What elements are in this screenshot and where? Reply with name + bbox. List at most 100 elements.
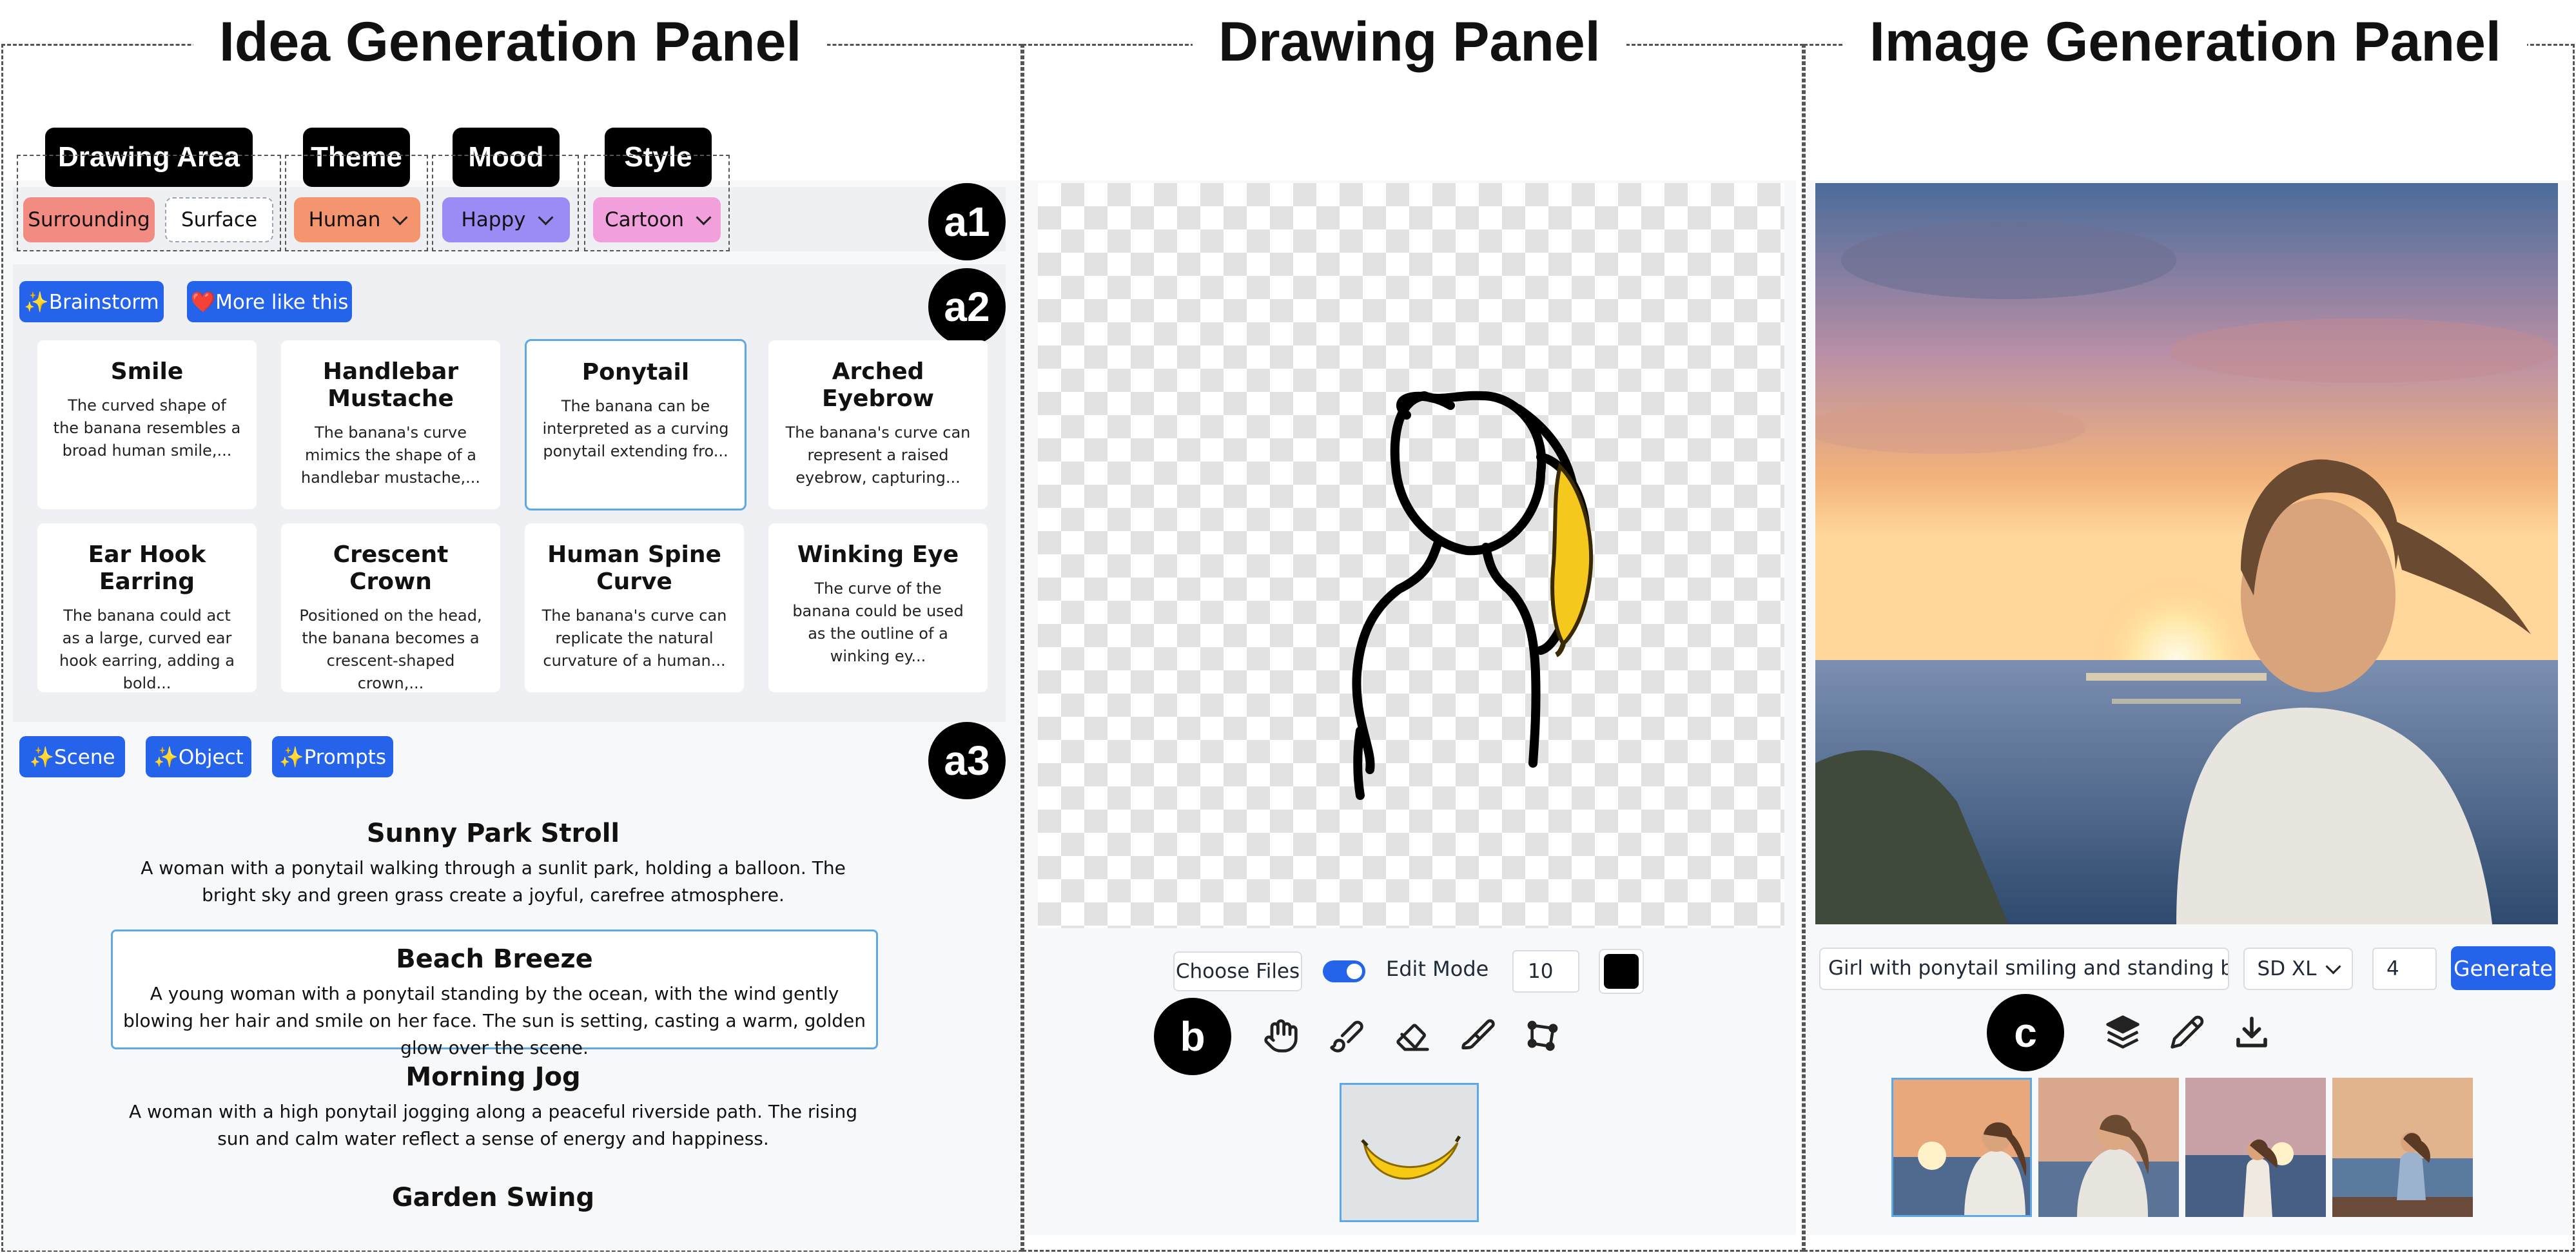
thumbnail-image — [2332, 1078, 2473, 1217]
color-picker[interactable] — [1599, 949, 1644, 994]
more-like-this-button[interactable]: ❤️More like this — [187, 281, 352, 322]
choose-files-button[interactable]: Choose Files — [1173, 951, 1302, 991]
scene-title: Sunny Park Stroll — [366, 819, 620, 848]
scene-item[interactable]: Sunny Park Stroll A woman with a ponytai… — [116, 819, 870, 909]
idea-card-title: Ponytail — [581, 359, 690, 385]
style-select[interactable]: Cartoon — [593, 197, 721, 242]
layers-button[interactable] — [2100, 1009, 2145, 1055]
idea-card-title: Crescent Crown — [333, 541, 449, 595]
drawing-canvas[interactable] — [1038, 183, 1784, 928]
idea-card-desc: The banana's curve mimics the shape of a… — [300, 423, 481, 487]
scene-item[interactable]: Morning Jog A woman with a high ponytail… — [116, 1062, 870, 1153]
brush-size-value: 10 — [1528, 960, 1554, 983]
idea-card-desc: The banana's curve can replicate the nat… — [542, 607, 727, 670]
model-select[interactable]: SD XL — [2243, 948, 2353, 990]
pencil-icon — [2171, 1015, 2204, 1049]
scene-item-selected[interactable]: Beach Breeze A young woman with a ponyta… — [111, 929, 878, 1058]
toggle-knob — [1347, 964, 1362, 979]
choose-files-label: Choose Files — [1175, 960, 1300, 983]
badge-a2: a2 — [928, 268, 1006, 345]
brush-tool[interactable] — [1324, 1013, 1369, 1058]
scene-item[interactable]: Garden Swing — [116, 1183, 870, 1219]
download-button[interactable] — [2229, 1009, 2274, 1055]
idea-card-desc: The banana could act as a large, curved … — [59, 607, 235, 692]
chevron-down-icon — [537, 209, 554, 226]
idea-card-title: Arched Eyebrow — [822, 358, 934, 412]
hand-tool[interactable] — [1258, 1013, 1303, 1058]
model-value: SD XL — [2257, 957, 2317, 980]
badge-c: c — [1987, 994, 2064, 1071]
sketch-drawing — [1352, 391, 1594, 800]
scene-desc: A woman with a high ponytail jogging alo… — [128, 1101, 858, 1149]
idea-card[interactable]: Ear Hook Earring The banana could act as… — [37, 523, 257, 692]
mood-select[interactable]: Happy — [442, 197, 570, 242]
edit-mode-label: Edit Mode — [1386, 957, 1489, 981]
prompt-input[interactable]: Girl with ponytail smiling and standing … — [1819, 948, 2229, 990]
style-value: Cartoon — [604, 208, 685, 231]
thumbnail-image — [2038, 1078, 2179, 1217]
generated-thumbnail-selected[interactable] — [1891, 1078, 2032, 1217]
idea-card-desc: The curve of the banana could be used as… — [792, 579, 964, 665]
generated-thumbnail[interactable] — [2332, 1078, 2473, 1217]
surrounding-chip[interactable]: Surrounding — [23, 197, 155, 242]
fill-brush-tool[interactable] — [1456, 1013, 1501, 1058]
color-swatch — [1604, 954, 1639, 989]
prompts-button[interactable]: ✨Prompts — [272, 736, 393, 777]
idea-panel-title: Idea Generation Panel — [193, 6, 828, 77]
crop-select-icon — [1527, 1020, 1558, 1051]
theme-value: Human — [308, 208, 381, 231]
reference-object-thumbnail[interactable] — [1340, 1083, 1479, 1222]
idea-card[interactable]: Winking Eye The curve of the banana coul… — [768, 523, 988, 692]
object-button[interactable]: ✨Object — [146, 736, 251, 777]
idea-card-desc: The banana's curve can represent a raise… — [785, 423, 971, 487]
generated-thumbnail[interactable] — [2038, 1078, 2179, 1217]
beach-sunset-image — [1815, 183, 2558, 924]
edit-image-button[interactable] — [2165, 1009, 2210, 1055]
scene-title: Morning Jog — [405, 1062, 581, 1092]
hand-icon — [1264, 1019, 1298, 1053]
idea-card-desc: Positioned on the head, the banana becom… — [299, 607, 482, 692]
idea-card-selected[interactable]: Ponytail The banana can be interpreted a… — [525, 339, 746, 511]
scene-desc: A woman with a ponytail walking through … — [141, 857, 846, 906]
image-count-value: 4 — [2386, 957, 2399, 980]
scene-title: Garden Swing — [391, 1183, 595, 1212]
chevron-down-icon — [2325, 958, 2341, 975]
mood-value: Happy — [461, 208, 526, 231]
idea-card-title: Ear Hook Earring — [88, 541, 206, 595]
paint-brush-icon — [1461, 1019, 1495, 1049]
surface-chip[interactable]: Surface — [165, 197, 273, 242]
idea-card-title: Winking Eye — [797, 541, 959, 568]
layers-icon — [2106, 1015, 2140, 1049]
idea-card-desc: The curved shape of the banana resembles… — [53, 396, 241, 460]
download-icon — [2236, 1017, 2267, 1047]
eraser-tool[interactable] — [1390, 1013, 1435, 1058]
badge-a1: a1 — [928, 183, 1006, 260]
generated-thumbnail[interactable] — [2185, 1078, 2326, 1217]
idea-card[interactable]: Arched Eyebrow The banana's curve can re… — [768, 340, 988, 509]
chevron-down-icon — [696, 209, 712, 226]
idea-card[interactable]: Human Spine Curve The banana's curve can… — [525, 523, 744, 692]
brush-size-input[interactable]: 10 — [1512, 950, 1579, 993]
eraser-icon — [1396, 1024, 1429, 1051]
brainstorm-button[interactable]: ✨Brainstorm — [19, 281, 164, 322]
prompt-value: Girl with ponytail smiling and standing … — [1828, 957, 2228, 980]
brush-icon — [1330, 1020, 1363, 1053]
scene-button[interactable]: ✨Scene — [19, 736, 125, 777]
edit-mode-toggle[interactable] — [1323, 960, 1365, 982]
generated-image-preview[interactable] — [1815, 183, 2558, 924]
idea-card[interactable]: Crescent Crown Positioned on the head, t… — [281, 523, 500, 692]
lasso-tool[interactable] — [1520, 1013, 1565, 1058]
badge-b: b — [1154, 998, 1231, 1075]
idea-card[interactable]: Smile The curved shape of the banana res… — [37, 340, 257, 509]
drawing-panel-title: Drawing Panel — [1193, 6, 1626, 77]
image-panel-title: Image Generation Panel — [1844, 6, 2527, 77]
idea-card-desc: The banana can be interpreted as a curvi… — [542, 397, 729, 460]
generate-button[interactable]: Generate — [2451, 946, 2555, 990]
theme-select[interactable]: Human — [294, 197, 420, 242]
scene-title: Beach Breeze — [396, 944, 593, 974]
image-count-input[interactable]: 4 — [2372, 948, 2437, 990]
idea-card-title: Smile — [110, 358, 184, 385]
thumbnail-image — [2185, 1078, 2326, 1217]
idea-card[interactable]: Handlebar Mustache The banana's curve mi… — [281, 340, 500, 509]
idea-card-title: Human Spine Curve — [547, 541, 721, 595]
